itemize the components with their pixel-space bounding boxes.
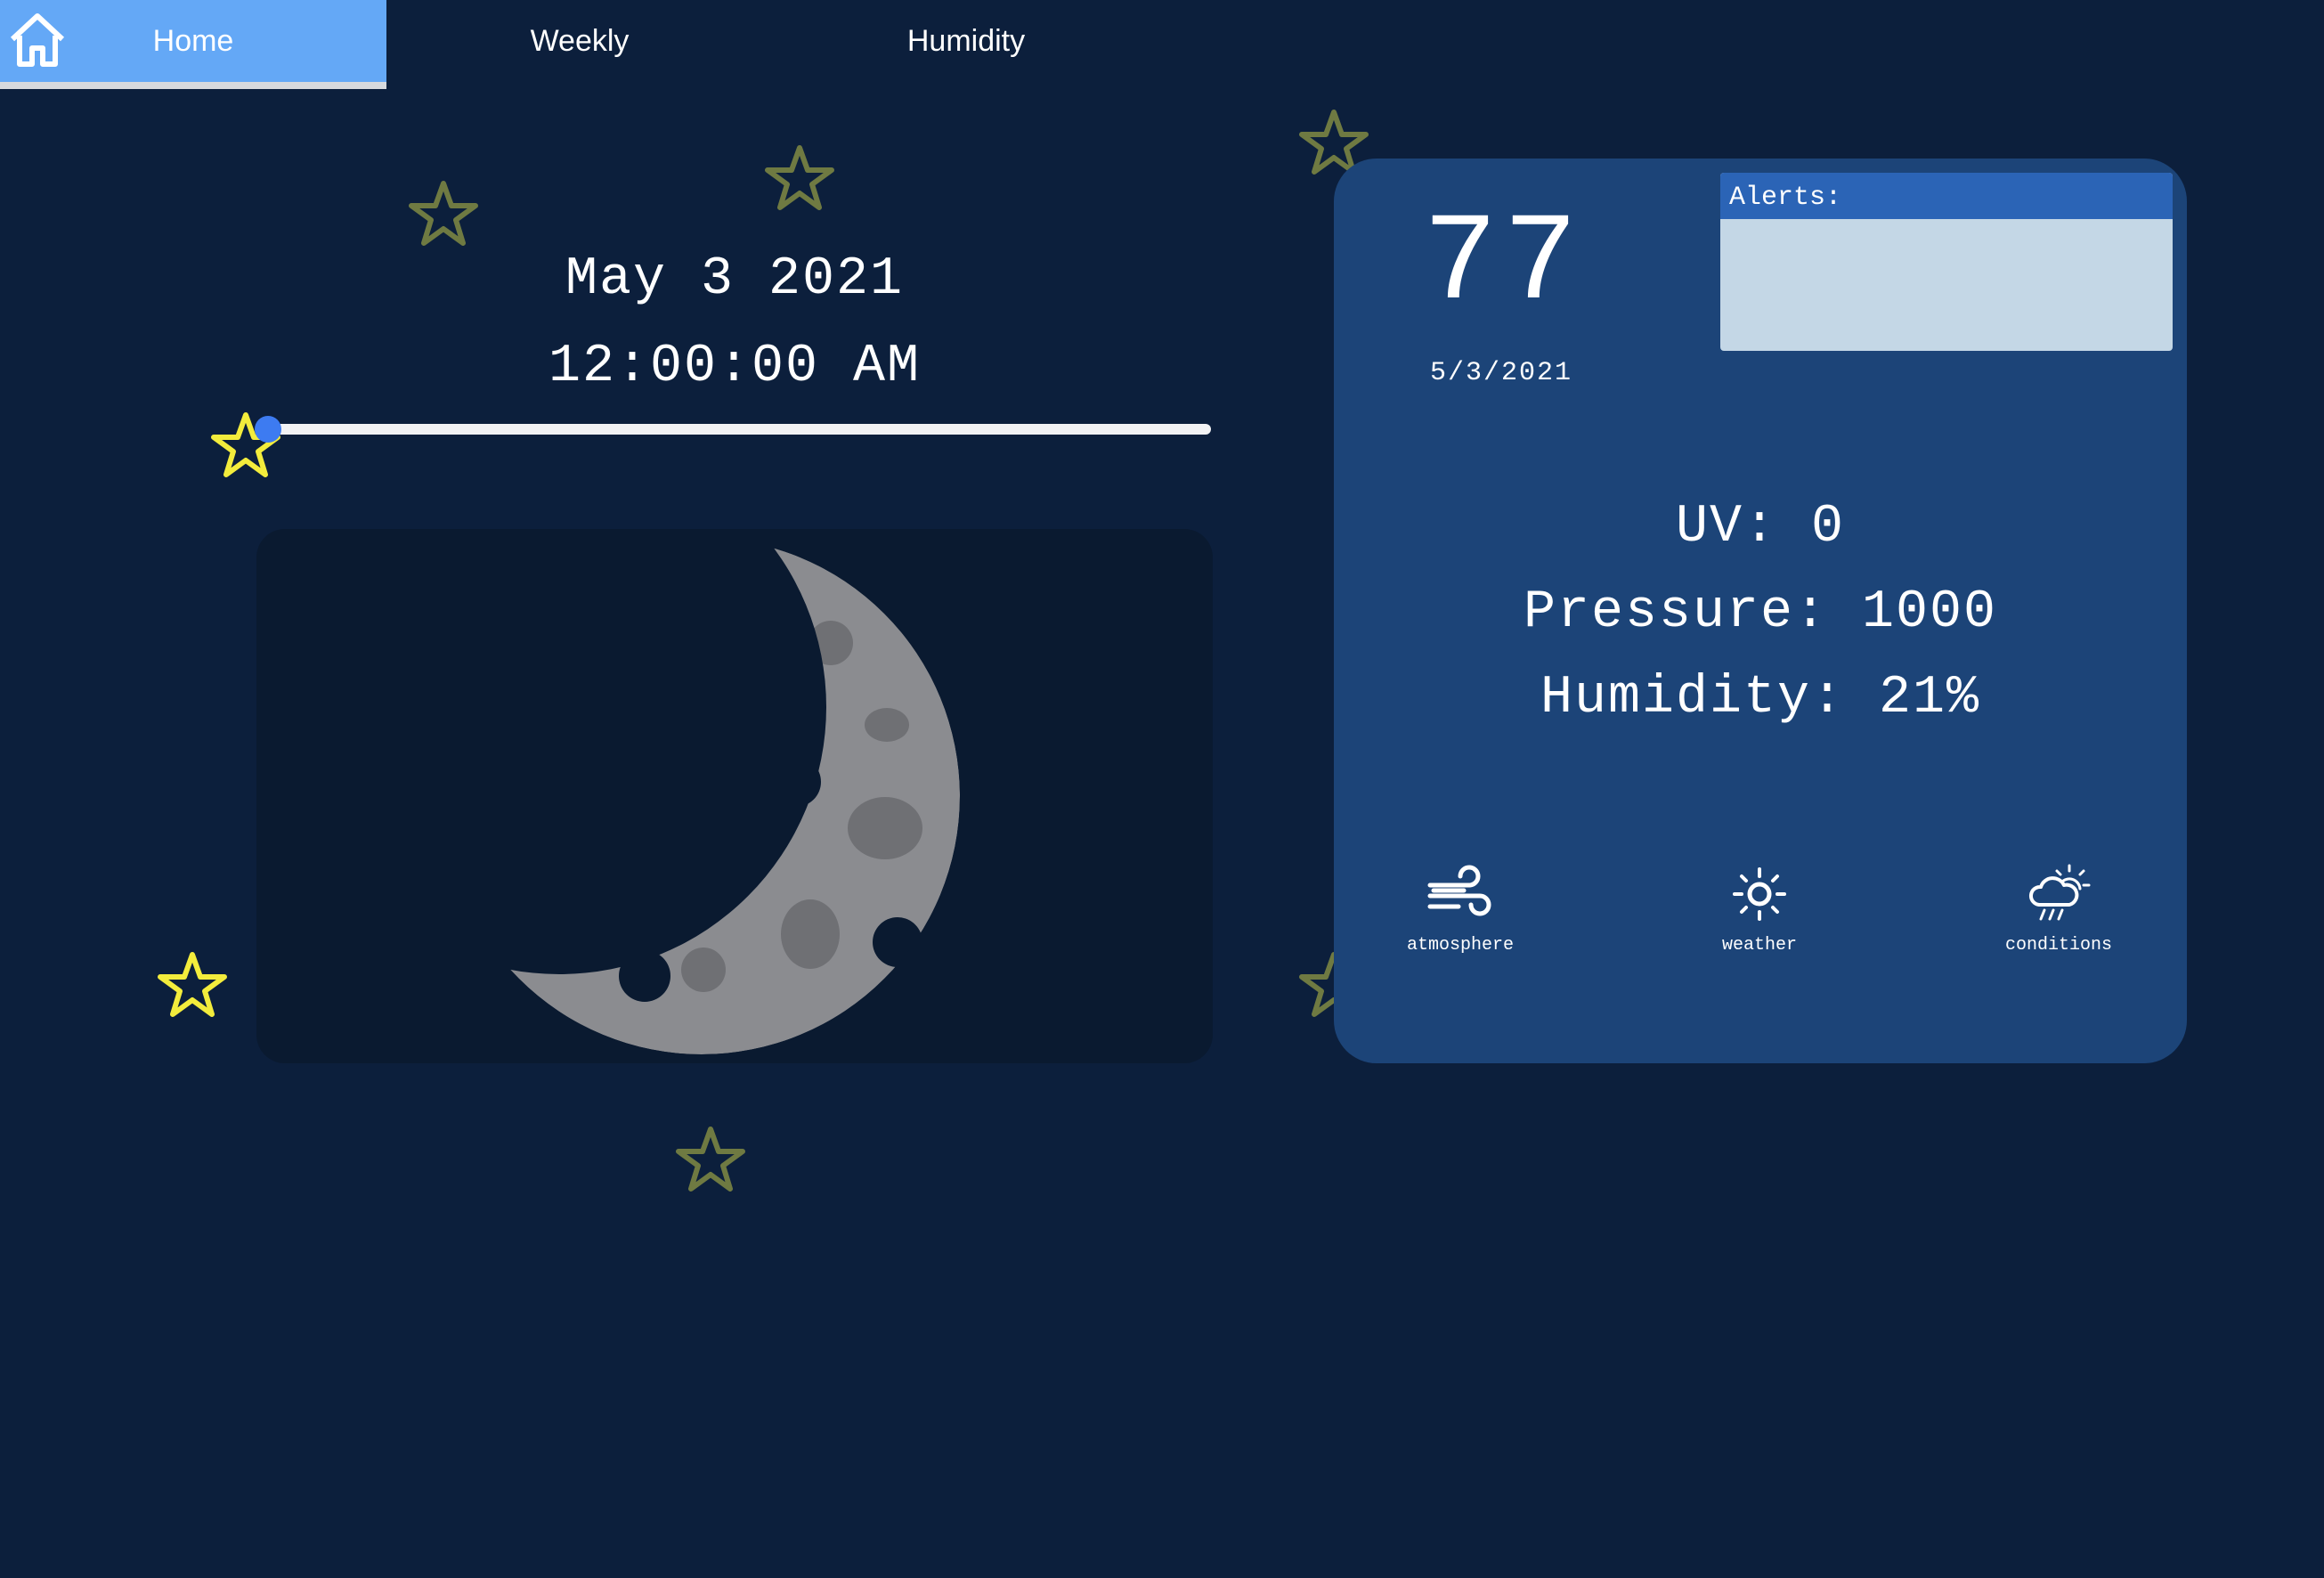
card-date: 5/3/2021: [1430, 358, 1573, 388]
tab-weekly-label: Weekly: [530, 23, 630, 58]
top-nav: Home Weekly Humidity: [0, 0, 2324, 89]
star-icon: [158, 952, 227, 1017]
uv-stat: UV: 0: [1675, 497, 1846, 557]
alerts-header: Alerts:: [1720, 173, 2173, 219]
app-root: Home Weekly Humidity May 3 2021 12:00:00…: [0, 0, 2324, 1578]
tab-humidity-label: Humidity: [906, 23, 1026, 58]
moon-phase-panel: [256, 529, 1213, 1063]
conditions-button[interactable]: conditions: [1970, 858, 2148, 974]
star-icon: [409, 181, 478, 246]
weather-card: 77 5/3/2021 Alerts: UV: 0 Pressure: 1000…: [1334, 159, 2187, 1063]
time-display: 12:00:00 AM: [548, 337, 922, 397]
home-icon: [10, 13, 65, 67]
tab-home-label: Home: [152, 23, 234, 58]
sun-cloud-rain-icon: [2029, 864, 2091, 921]
pressure-stat: Pressure: 1000: [1523, 582, 1998, 643]
time-slider-track[interactable]: [264, 424, 1211, 435]
time-slider-thumb[interactable]: [255, 416, 281, 443]
tab-home[interactable]: Home: [0, 0, 386, 89]
temperature-value: 77: [1423, 194, 1584, 336]
sun-icon: [1733, 867, 1786, 921]
waning-crescent-moon-icon: [443, 538, 960, 1054]
star-icon: [676, 1127, 745, 1192]
atmosphere-button[interactable]: atmosphere: [1371, 858, 1549, 974]
conditions-label: conditions: [2004, 935, 2113, 956]
humidity-stat: Humidity: 21%: [1540, 668, 1981, 728]
alerts-box[interactable]: Alerts:: [1720, 173, 2173, 351]
wind-icon: [1427, 865, 1491, 916]
date-display: May 3 2021: [565, 249, 905, 310]
atmosphere-label: atmosphere: [1406, 935, 1515, 956]
tab-weekly[interactable]: Weekly: [386, 0, 773, 82]
weather-button[interactable]: weather: [1670, 858, 1849, 974]
tab-humidity[interactable]: Humidity: [773, 0, 1159, 82]
star-icon: [765, 145, 834, 210]
weather-label: weather: [1721, 935, 1797, 956]
